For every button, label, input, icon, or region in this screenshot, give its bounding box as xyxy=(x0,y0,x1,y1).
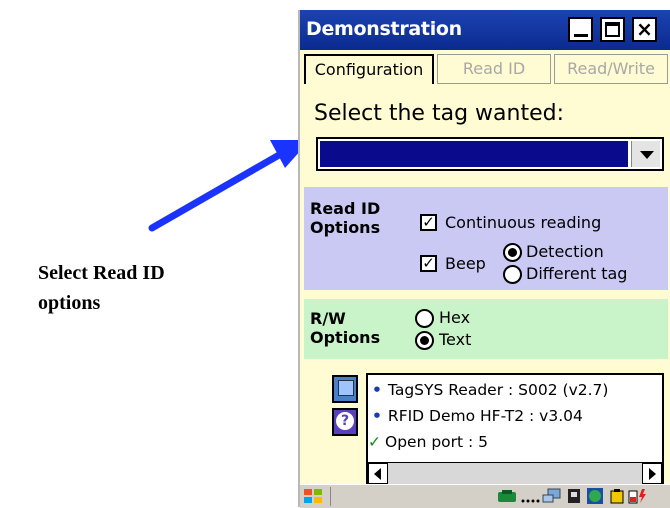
rw-title-line1: R/W xyxy=(310,309,346,328)
read-id-options-panel: Read ID Options ✓ Continuous reading ✓ B… xyxy=(304,187,668,290)
close-button[interactable]: × xyxy=(632,17,657,42)
sim-icon[interactable] xyxy=(566,488,582,504)
taskbar xyxy=(300,484,670,508)
scroll-track[interactable] xyxy=(388,463,642,484)
network-icon[interactable] xyxy=(542,488,562,504)
beep-checkbox[interactable]: ✓ xyxy=(420,255,437,272)
beep-label: Beep xyxy=(445,254,486,273)
rw-options-title: R/W Options xyxy=(310,309,380,347)
annotation-line-1: Select Read ID xyxy=(38,262,165,284)
text-label: Text xyxy=(439,330,472,349)
horizontal-scrollbar[interactable] xyxy=(368,462,662,485)
battery-icon[interactable] xyxy=(608,488,626,504)
reader-device-icon[interactable] xyxy=(332,375,358,403)
info-line-port-text: Open port : 5 xyxy=(385,433,489,451)
chevron-down-icon[interactable] xyxy=(631,141,660,167)
tab-bar: Configuration Read ID Read/Write xyxy=(300,51,670,85)
check-icon: ✓ xyxy=(368,433,381,451)
tag-select-value[interactable] xyxy=(320,141,628,167)
taskbar-divider xyxy=(330,487,331,506)
rw-title-line2: Options xyxy=(310,328,381,347)
annotation-line-2: options xyxy=(38,292,101,314)
power-icon[interactable] xyxy=(628,488,648,504)
start-flag-icon[interactable] xyxy=(302,488,326,504)
read-id-options-title: Read ID Options xyxy=(310,199,380,237)
detection-label: Detection xyxy=(526,242,604,261)
bullet-icon: • xyxy=(372,407,382,425)
detection-radio[interactable] xyxy=(503,243,522,262)
continuous-reading-checkbox[interactable]: ✓ xyxy=(420,214,437,231)
tag-select-label: Select the tag wanted: xyxy=(314,101,564,126)
globe-icon[interactable] xyxy=(586,488,604,504)
dots-icon xyxy=(521,499,540,503)
annotation-label: Select Read ID options xyxy=(38,258,258,318)
help-icon[interactable]: ? xyxy=(332,408,358,436)
different-tag-label: Different tag xyxy=(526,264,628,283)
scroll-left-button[interactable] xyxy=(368,463,388,484)
maximize-button[interactable] xyxy=(600,17,625,42)
info-line-demo-text: RFID Demo HF-T2 : v3.04 xyxy=(387,407,583,425)
tab-read-id[interactable]: Read ID xyxy=(437,54,551,84)
hex-radio[interactable] xyxy=(415,309,434,328)
continuous-reading-label: Continuous reading xyxy=(445,213,602,232)
info-line-port: ✓ Open port : 5 xyxy=(368,433,488,451)
minimize-button[interactable] xyxy=(568,17,593,42)
status-info-box: • TagSYS Reader : S002 (v2.7) • RFID Demo … xyxy=(366,373,664,487)
tag-select-dropdown[interactable] xyxy=(316,137,664,171)
phone-icon[interactable] xyxy=(496,488,518,504)
title-bar: Demonstration × xyxy=(300,10,670,50)
info-line-demo: • RFID Demo HF-T2 : v3.04 xyxy=(372,407,583,425)
read-id-title-line1: Read ID xyxy=(310,199,381,218)
text-radio[interactable] xyxy=(415,331,434,350)
read-id-title-line2: Options xyxy=(310,218,381,237)
info-line-reader: • TagSYS Reader : S002 (v2.7) xyxy=(372,381,608,399)
tab-read-write[interactable]: Read/Write xyxy=(554,54,668,84)
info-line-reader-text: TagSYS Reader : S002 (v2.7) xyxy=(387,381,609,399)
rw-options-panel: R/W Options Hex Text xyxy=(304,299,668,359)
bullet-icon: • xyxy=(372,381,382,399)
different-tag-radio[interactable] xyxy=(503,265,522,284)
window-title: Demonstration xyxy=(306,18,462,40)
tab-configuration[interactable]: Configuration xyxy=(304,54,434,84)
scroll-right-button[interactable] xyxy=(642,463,662,484)
app-window: Demonstration × Configuration Read ID Re… xyxy=(298,10,670,508)
hex-label: Hex xyxy=(439,308,471,327)
